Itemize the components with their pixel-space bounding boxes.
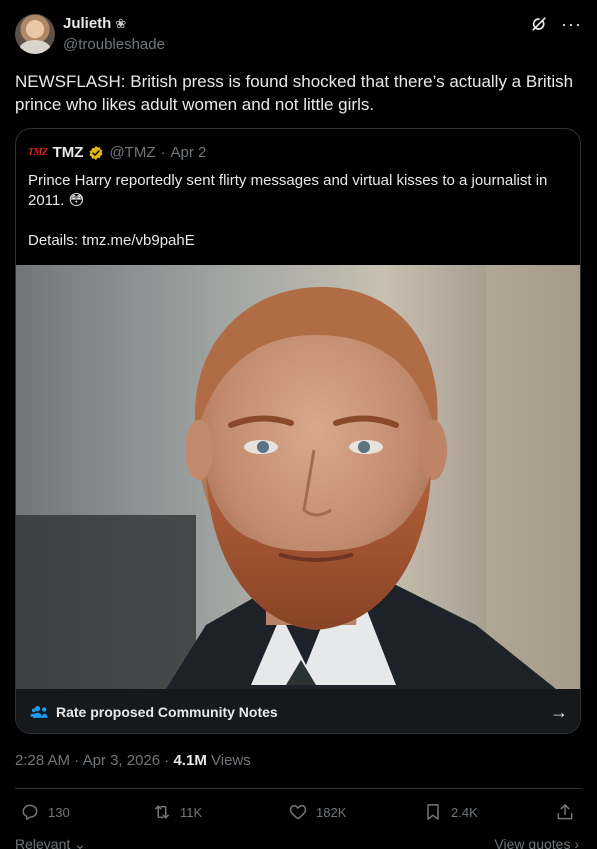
like-count: 182K bbox=[316, 804, 347, 820]
view-quotes-link[interactable]: View quotes › bbox=[494, 836, 579, 849]
share-icon bbox=[557, 804, 573, 820]
time-text[interactable]: 2:28 AM bbox=[15, 752, 70, 769]
views-count: 4.1M bbox=[173, 752, 207, 769]
author-handle[interactable]: @troubleshade bbox=[63, 36, 165, 53]
more-options-icon[interactable]: ··· bbox=[561, 15, 582, 33]
verified-badge-icon bbox=[89, 145, 103, 160]
header-actions: ··· bbox=[529, 14, 582, 34]
grok-icon[interactable] bbox=[529, 14, 549, 34]
tweet-header: Julieth ❀ @troubleshade ··· bbox=[15, 12, 582, 56]
reply-button[interactable]: 130 bbox=[20, 802, 70, 822]
quoted-date[interactable]: Apr 2 bbox=[171, 144, 207, 161]
quoted-tweet-image[interactable] bbox=[16, 265, 580, 689]
tmz-logo-avatar[interactable]: TMZ bbox=[28, 147, 48, 158]
community-notes-label[interactable]: Rate proposed Community Notes bbox=[56, 704, 278, 720]
community-notes-bar[interactable]: Rate proposed Community Notes → bbox=[16, 689, 580, 733]
sort-label: Relevant bbox=[15, 836, 71, 849]
tweet-actions: 130 11K 182K 2.4K bbox=[20, 802, 580, 826]
bookmark-icon bbox=[427, 804, 439, 820]
sort-replies-dropdown[interactable]: Relevant ⌄ bbox=[15, 836, 86, 849]
views-label: Views bbox=[211, 752, 251, 769]
reply-icon bbox=[22, 804, 38, 820]
author-avatar[interactable] bbox=[15, 14, 55, 54]
quoted-tweet-header: TMZ TMZ @TMZ · Apr 2 bbox=[28, 144, 206, 161]
author-name-row[interactable]: Julieth ❀ bbox=[63, 15, 126, 32]
heart-icon bbox=[289, 805, 307, 820]
people-icon bbox=[30, 706, 48, 718]
date-text[interactable]: Apr 3, 2026 bbox=[83, 752, 161, 769]
tweet-text: NEWSFLASH: British press is found shocke… bbox=[15, 72, 574, 114]
meta-separator: · bbox=[74, 752, 80, 769]
view-quotes-label: View quotes bbox=[494, 836, 571, 849]
arrow-right-icon[interactable]: → bbox=[550, 702, 568, 723]
meta-separator: · bbox=[160, 144, 166, 161]
quoted-tweet-card[interactable]: TMZ TMZ @TMZ · Apr 2 Prince Harry report… bbox=[15, 128, 581, 734]
divider bbox=[15, 788, 582, 789]
share-button[interactable] bbox=[555, 802, 575, 822]
bookmark-button[interactable]: 2.4K bbox=[423, 802, 478, 822]
reply-count: 130 bbox=[48, 804, 70, 820]
repost-icon bbox=[155, 805, 169, 819]
quoted-handle[interactable]: @TMZ bbox=[109, 144, 155, 161]
portrait-photo bbox=[16, 265, 580, 689]
chevron-right-icon: › bbox=[574, 836, 579, 849]
quoted-tweet-text: Prince Harry reportedly sent flirty mess… bbox=[28, 172, 548, 249]
author-name[interactable]: Julieth bbox=[63, 15, 111, 32]
meta-separator: · bbox=[164, 752, 170, 769]
like-button[interactable]: 182K bbox=[288, 802, 346, 822]
quoted-author-name[interactable]: TMZ bbox=[53, 144, 84, 161]
tweet-timestamp: 2:28 AM · Apr 3, 2026 · 4.1M Views bbox=[15, 752, 251, 769]
chevron-down-icon: ⌄ bbox=[74, 836, 86, 849]
bookmark-count: 2.4K bbox=[451, 804, 478, 820]
repost-button[interactable]: 11K bbox=[152, 802, 202, 822]
flower-icon: ❀ bbox=[115, 15, 127, 31]
repost-count: 11K bbox=[180, 804, 203, 820]
